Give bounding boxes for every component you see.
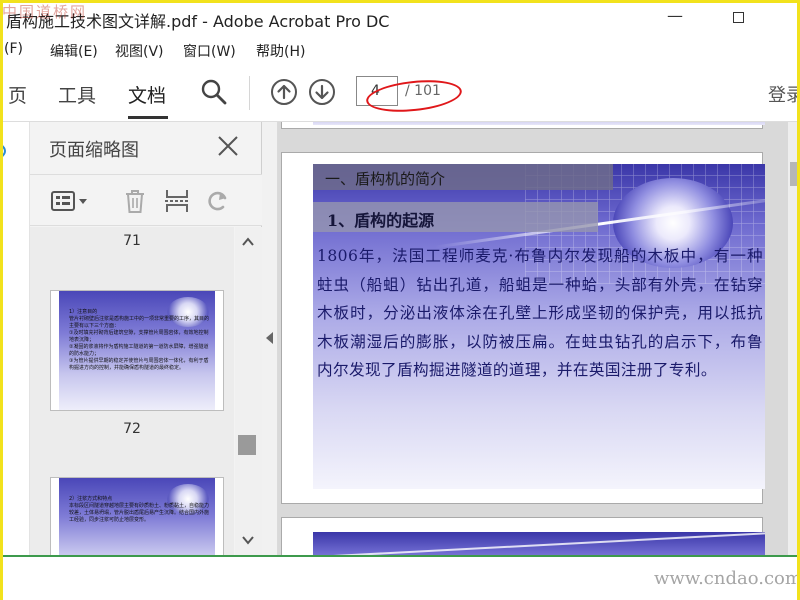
menu-view[interactable]: 视图(V) [115, 41, 164, 61]
current-page: 一、盾构机的简介 1、盾构的起源 1806年，法国工程师麦克·布鲁内尔发现船的木… [281, 152, 765, 504]
navigation-strip [0, 122, 30, 555]
collapse-arrow-icon [266, 332, 273, 344]
page-graphic [313, 122, 765, 125]
thumbnail-text: 1）注意目的 管片衬砌壁后注浆是盾构施工中的一项非常重要的工序，其目的主要有以下… [69, 309, 210, 371]
panel-collapse-handle[interactable] [262, 122, 278, 555]
page-graphic-beam [313, 532, 765, 555]
slide-content: 一、盾构机的简介 1、盾构的起源 1806年，法国工程师麦克·布鲁内尔发现船的木… [313, 164, 765, 489]
tab-home[interactable]: 页 [8, 81, 27, 108]
delete-icon[interactable] [121, 187, 149, 215]
menu-help[interactable]: 帮助(H) [256, 41, 305, 61]
thumbnail-list: 71 1）注意目的 管片衬砌壁后注浆是盾构施工中的一项非常重要的工序，其目的主要… [30, 227, 234, 555]
login-button[interactable]: 登录 [768, 81, 800, 107]
maximize-icon [732, 12, 744, 23]
document-scrollbar[interactable] [788, 122, 800, 555]
minimize-button[interactable]: — [664, 6, 686, 28]
nav-pane-tab-icon[interactable] [0, 144, 14, 158]
slide-body-text: 1806年，法国工程师麦克·布鲁内尔发现船的木板中，有一种蛀虫（船蛆）钻出孔道，… [317, 247, 763, 379]
watermark-bottom-right: www.cndao.com [654, 568, 800, 589]
menu-window[interactable]: 窗口(W) [183, 41, 236, 61]
document-scrollbar-thumb[interactable] [790, 162, 798, 186]
toolbar: 页 工具 文档 4 / 101 登录 [0, 64, 800, 122]
menu-file[interactable]: (F) [4, 41, 23, 57]
next-page [281, 517, 765, 555]
thumbnail-text: 2）注浆方式和特点 本标段区间隧道穿越地层主要有砂质粉土、粉质黏土，自稳能力较差… [69, 496, 210, 523]
page-graphic [313, 532, 765, 555]
scroll-down-icon[interactable] [241, 533, 255, 547]
slide-heading-2: 1、盾构的起源 [313, 202, 598, 232]
options-icon[interactable] [50, 187, 90, 215]
menu-bar: (F) 编辑(E) 视图(V) 窗口(W) 帮助(H) [0, 36, 800, 64]
thumbnail-page-label: 71 [123, 233, 141, 249]
watermark-top-left: 中国道桥网 [2, 3, 88, 21]
tab-document[interactable]: 文档 [128, 81, 166, 108]
rotate-icon[interactable] [204, 187, 232, 215]
scrollbar-thumb[interactable] [238, 435, 256, 455]
document-view[interactable]: 一、盾构机的简介 1、盾构的起源 1806年，法国工程师麦克·布鲁内尔发现船的木… [278, 122, 800, 555]
page-up-icon[interactable] [270, 78, 298, 106]
page-down-icon[interactable] [308, 78, 336, 106]
thumbnail-image: 1）注意目的 管片衬砌壁后注浆是盾构施工中的一项非常重要的工序，其目的主要有以下… [59, 291, 215, 410]
maximize-button[interactable] [727, 6, 749, 28]
close-icon[interactable] [216, 134, 240, 158]
thumbnail-panel: 页面缩略图 71 1）注意目的 管片衬砌壁后注浆是盾构施工中的一项非常重要的工序… [30, 122, 262, 555]
thumbnail-page-label: 72 [123, 421, 141, 437]
thumbnail-image: 2）注浆方式和特点 本标段区间隧道穿越地层主要有砂质粉土、粉质黏土，自稳能力较差… [59, 478, 215, 555]
tab-tools[interactable]: 工具 [58, 81, 96, 108]
active-tab-indicator [128, 116, 168, 119]
slide-heading-1: 一、盾构机的简介 [313, 164, 613, 190]
thumbnail-toolbar [30, 174, 262, 226]
title-bar: 盾构施工技术图文详解.pdf - Adobe Acrobat Pro DC 中国… [0, 0, 800, 36]
thumbnail-page-72[interactable]: 1）注意目的 管片衬砌壁后注浆是盾构施工中的一项非常重要的工序，其目的主要有以下… [50, 290, 224, 411]
search-icon[interactable] [200, 78, 228, 106]
thumbnail-scrollbar[interactable] [235, 227, 262, 555]
scroll-up-icon[interactable] [241, 235, 255, 249]
thumbnail-page-73[interactable]: 2）注浆方式和特点 本标段区间隧道穿越地层主要有砂质粉土、粉质黏土，自稳能力较差… [50, 477, 224, 555]
toolbar-separator [249, 76, 250, 110]
thumbnail-panel-title: 页面缩略图 [49, 140, 139, 161]
previous-page [281, 122, 765, 129]
insert-page-icon[interactable] [163, 187, 191, 215]
menu-edit[interactable]: 编辑(E) [50, 41, 98, 61]
